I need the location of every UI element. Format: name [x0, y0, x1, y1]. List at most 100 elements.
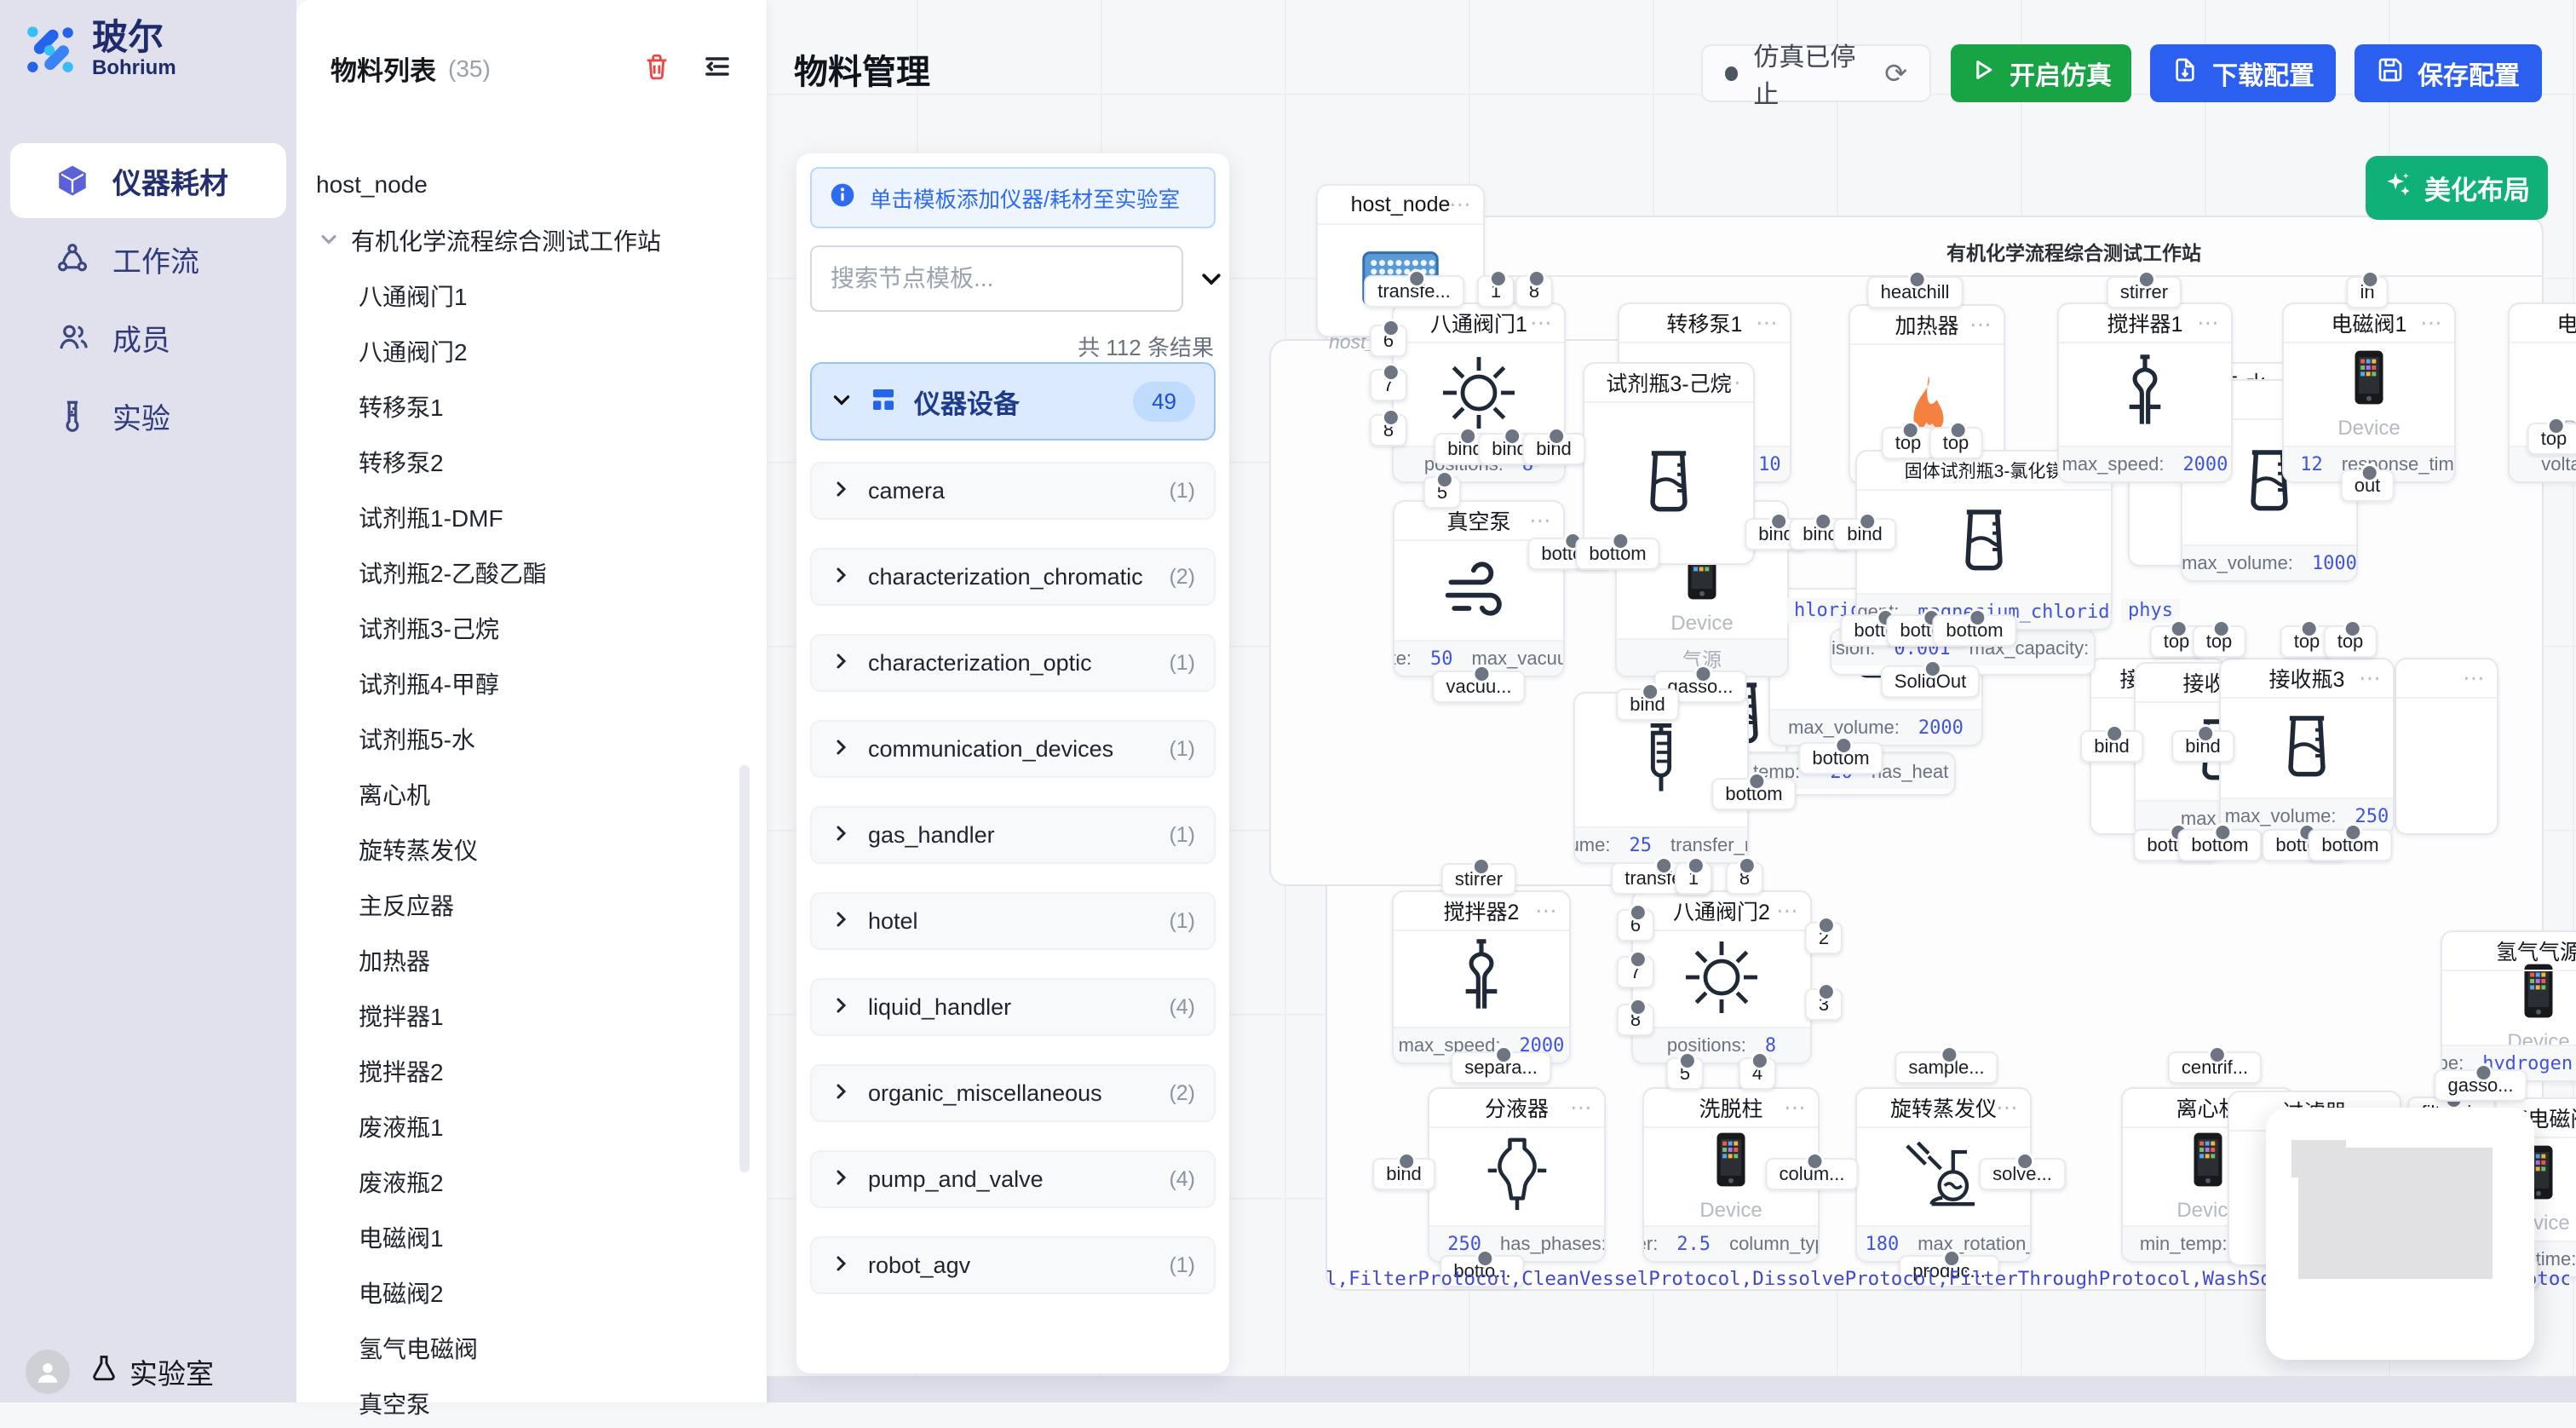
tree-item-host-node[interactable]: host_node [296, 160, 767, 210]
port-chip-bottom[interactable]: bottom [1932, 614, 2016, 647]
port-chip-3[interactable]: 3 [1805, 988, 1843, 1021]
port-chip-top[interactable]: top [2527, 423, 2576, 455]
download-config-button[interactable]: 下载配置 [2150, 44, 2336, 102]
port-chip-vacuu[interactable]: vacuu... [1432, 671, 1525, 703]
avatar[interactable] [26, 1350, 70, 1394]
port-chip-top[interactable]: top [2324, 625, 2378, 658]
node-valve2[interactable]: 八通阀门2⋯positions:8 [1631, 890, 1812, 1064]
tree-item[interactable]: 试剂瓶5-水 [296, 714, 767, 763]
minimap-viewport-main[interactable] [2298, 1148, 2493, 1279]
scrollbar[interactable] [739, 765, 750, 1172]
category-row-hotel[interactable]: hotel(1) [810, 892, 1216, 950]
node-vacuum-pump[interactable]: 真空泵⋯pump_rate:50max_vacuum:0.1 [1393, 500, 1565, 677]
port-chip-8[interactable]: 8 [1370, 414, 1407, 446]
tree-item[interactable]: 废液瓶1 [296, 1102, 767, 1151]
node-menu-icon[interactable]: ⋯ [2359, 665, 2383, 692]
tree-item[interactable]: 搅拌器2 [296, 1046, 767, 1096]
port-chip-bottom[interactable]: bottom [1798, 742, 1883, 774]
node-menu-icon[interactable]: ⋯ [2420, 310, 2444, 337]
port-chip-8[interactable]: 8 [1617, 1004, 1654, 1036]
category-row-characterization_chromatic[interactable]: characterization_chromatic(2) [810, 548, 1216, 606]
node-stirrer1[interactable]: 搅拌器1⋯max_speed:2000 [2057, 302, 2233, 483]
port-chip-bind[interactable]: bind [2080, 730, 2143, 763]
tree-item[interactable]: 主反应器 [296, 880, 767, 930]
port-chip-stirrer[interactable]: stirrer [1441, 863, 1516, 895]
port-chip-8[interactable]: 8 [1726, 862, 1763, 895]
port-chip-7[interactable]: 7 [1370, 369, 1407, 401]
node-menu-icon[interactable]: ⋯ [2463, 665, 2487, 692]
category-row-communication_devices[interactable]: communication_devices(1) [810, 720, 1216, 778]
port-chip-top[interactable]: top [1929, 427, 1983, 459]
port-chip-5[interactable]: 5 [1423, 476, 1461, 509]
node-menu-icon[interactable]: ⋯ [1529, 508, 1553, 534]
beautify-layout-button[interactable]: 美化布局 [2366, 156, 2548, 220]
port-chip-gasso[interactable]: gasso... [2434, 1069, 2527, 1102]
category-row-characterization_optic[interactable]: characterization_optic(1) [810, 634, 1216, 692]
category-row-robot_agv[interactable]: robot_agv(1) [810, 1236, 1216, 1294]
save-config-button[interactable]: 保存配置 [2355, 44, 2542, 102]
tree-item[interactable]: 电磁阀2 [296, 1268, 767, 1317]
node-reagent3[interactable]: 试剂瓶3-己烷⋯ [1583, 362, 1755, 565]
collapse-panel-icon[interactable] [702, 51, 733, 86]
sidebar-item-experiments[interactable]: 实验 [10, 378, 286, 453]
port-chip-colum[interactable]: colum... [1765, 1158, 1858, 1190]
node-solenoid2[interactable]: 电磁阀2⋯Devicevoltage:12 [2508, 302, 2576, 483]
tree-item[interactable]: 试剂瓶3-己烷 [296, 603, 767, 653]
tree-group-workstation[interactable]: 有机化学流程综合测试工作站 [296, 216, 767, 265]
node-menu-icon[interactable]: ⋯ [1776, 898, 1800, 924]
tree-item[interactable]: 废液瓶2 [296, 1157, 767, 1206]
port-chip-sample[interactable]: sample... [1895, 1051, 1998, 1084]
port-chip-separa[interactable]: separa... [1451, 1051, 1551, 1084]
refresh-icon[interactable]: ⟳ [1884, 57, 1907, 89]
node-h2-source[interactable]: 氢气气源Device_type:hydrogenmax_pre [2441, 930, 2576, 1082]
port-chip-SolidOut[interactable]: SolidOut [1881, 665, 1980, 698]
tree-item[interactable]: 真空泵 [296, 1379, 767, 1428]
tree-item[interactable]: 转移泵2 [296, 437, 767, 487]
port-chip-8[interactable]: 8 [1515, 275, 1553, 308]
port-chip-4[interactable]: 4 [1739, 1057, 1776, 1090]
port-chip-solve[interactable]: solve... [1979, 1158, 2066, 1190]
node-menu-icon[interactable]: ⋯ [2197, 310, 2221, 337]
category-row-gas_handler[interactable]: gas_handler(1) [810, 806, 1216, 864]
node-receiverC[interactable]: 接收瓶3⋯max_volume:250 [2219, 658, 2395, 835]
sidebar-item-members[interactable]: 成员 [10, 300, 286, 375]
port-chip-7[interactable]: 7 [1617, 956, 1654, 988]
port-chip-1[interactable]: 1 [1675, 862, 1712, 895]
node-menu-icon[interactable]: ⋯ [1756, 310, 1780, 337]
port-chip-heatchill[interactable]: heatchill [1867, 276, 1964, 308]
category-row-camera[interactable]: camera(1) [810, 462, 1216, 520]
node-stirrer2[interactable]: 搅拌器2⋯max_speed:2000 [1392, 890, 1571, 1064]
port-chip-1[interactable]: 1 [1477, 275, 1515, 308]
port-chip-bind[interactable]: bind [1833, 518, 1896, 550]
tree-item[interactable]: 试剂瓶2-乙酸乙酯 [296, 548, 767, 597]
node-menu-icon[interactable]: ⋯ [1969, 312, 1993, 338]
tree-item[interactable]: 八通阀门1 [296, 271, 767, 320]
port-chip-6[interactable]: 6 [1370, 325, 1407, 357]
lab-link[interactable]: 实验室 [89, 1351, 214, 1392]
port-chip-2[interactable]: 2 [1805, 922, 1843, 954]
node-receiverD[interactable]: ⋯ [2395, 658, 2498, 835]
node-menu-icon[interactable]: ⋯ [1719, 370, 1743, 396]
port-chip-top[interactable]: top [2193, 625, 2246, 658]
tree-item[interactable]: 离心机 [296, 769, 767, 819]
port-chip-bind[interactable]: bind [1616, 688, 1679, 721]
category-row-organic_miscellaneous[interactable]: organic_miscellaneous(2) [810, 1064, 1216, 1122]
tree-item[interactable]: 试剂瓶4-甲醇 [296, 659, 767, 708]
category-group-equipment[interactable]: 仪器设备 49 [810, 362, 1216, 440]
tree-item[interactable]: 八通阀门2 [296, 326, 767, 376]
port-chip-top[interactable]: top [1882, 427, 1935, 459]
tree-item[interactable]: 加热器 [296, 936, 767, 985]
port-chip-bottom[interactable]: bottom [1575, 538, 1659, 570]
port-chip-bottom[interactable]: bottom [1711, 778, 1796, 810]
node-menu-icon[interactable]: ⋯ [1570, 1095, 1594, 1121]
node-menu-icon[interactable]: ⋯ [1449, 192, 1473, 218]
tree-item[interactable]: 搅拌器1 [296, 991, 767, 1040]
brand-logo[interactable]: 玻尔 Bohrium [22, 19, 176, 80]
category-row-pump_and_valve[interactable]: pump_and_valve(4) [810, 1150, 1216, 1208]
node-sep-funnel[interactable]: 分液器⋯volume:250has_phases:true [1428, 1087, 1606, 1263]
tree-item[interactable]: 旋转蒸发仪 [296, 825, 767, 874]
node-menu-icon[interactable]: ⋯ [1996, 1095, 2020, 1121]
port-chip-bottom[interactable]: bottom [2308, 829, 2392, 861]
tree-item[interactable]: 氢气电磁阀 [296, 1323, 767, 1373]
sidebar-item-workflow[interactable]: 工作流 [10, 222, 286, 297]
